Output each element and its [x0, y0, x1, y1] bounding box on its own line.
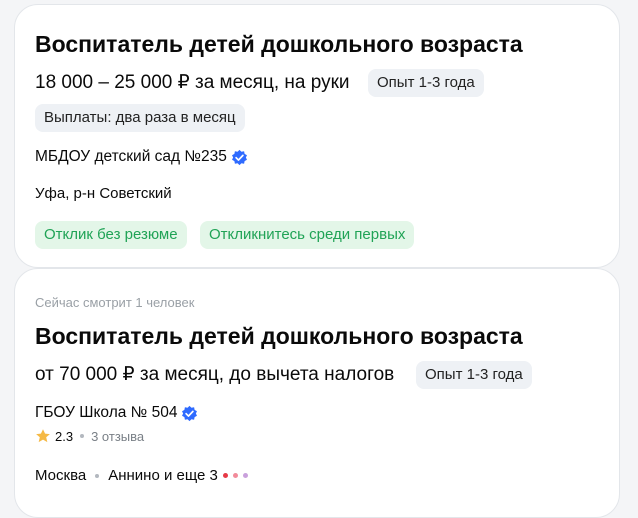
rating-value: 2.3 — [55, 428, 74, 444]
tag-no-resume: Отклик без резюме — [35, 221, 187, 249]
verified-icon — [231, 149, 247, 165]
separator-dot — [95, 473, 100, 478]
vacancy-title[interactable]: Воспитатель детей дошкольного возраста — [35, 31, 523, 58]
vacancy-card-2[interactable]: Сейчас смотрит 1 человек Воспитатель дет… — [14, 268, 620, 518]
location: Уфа, р-н Советский — [35, 185, 172, 202]
metro-line-dot — [242, 473, 248, 478]
vacancy-title[interactable]: Воспитатель детей дошкольного возраста — [35, 323, 523, 350]
star-icon — [36, 429, 50, 443]
verified-icon — [182, 405, 198, 421]
vacancy-salary: 18 000 – 25 000 ₽ за месяц, на руки — [35, 72, 350, 93]
separator-dot — [80, 434, 85, 438]
experience-badge: Опыт 1-3 года — [368, 69, 484, 97]
experience-badge: Опыт 1-3 года — [416, 361, 532, 389]
rating-row[interactable]: 2.3 3 отзыва — [35, 428, 144, 444]
company-name-row[interactable]: МБДОУ детский сад №235 — [35, 148, 248, 166]
metro-stations: Аннино и еще 3 — [108, 467, 218, 484]
reviews-link[interactable]: 3 отзыва — [91, 429, 144, 444]
city: Москва — [35, 467, 87, 484]
vacancy-salary: от 70 000 ₽ за месяц, до вычета налогов — [35, 364, 395, 385]
vacancy-card-1[interactable]: Воспитатель детей дошкольного возраста 1… — [14, 4, 620, 268]
company-name-row[interactable]: ГБОУ Школа № 504 — [35, 404, 198, 422]
metro-line-dot — [232, 473, 238, 478]
payout-badge: Выплаты: два раза в месяц — [35, 104, 245, 132]
tag-be-first: Откликнитесь среди первых — [200, 221, 415, 249]
company-name[interactable]: МБДОУ детский сад №235 — [35, 148, 227, 166]
viewing-now: Сейчас смотрит 1 человек — [35, 295, 195, 310]
metro-line-dot — [222, 473, 228, 478]
location-row: Москва Аннино и еще 3 — [35, 467, 248, 484]
company-name[interactable]: ГБОУ Школа № 504 — [35, 404, 177, 422]
